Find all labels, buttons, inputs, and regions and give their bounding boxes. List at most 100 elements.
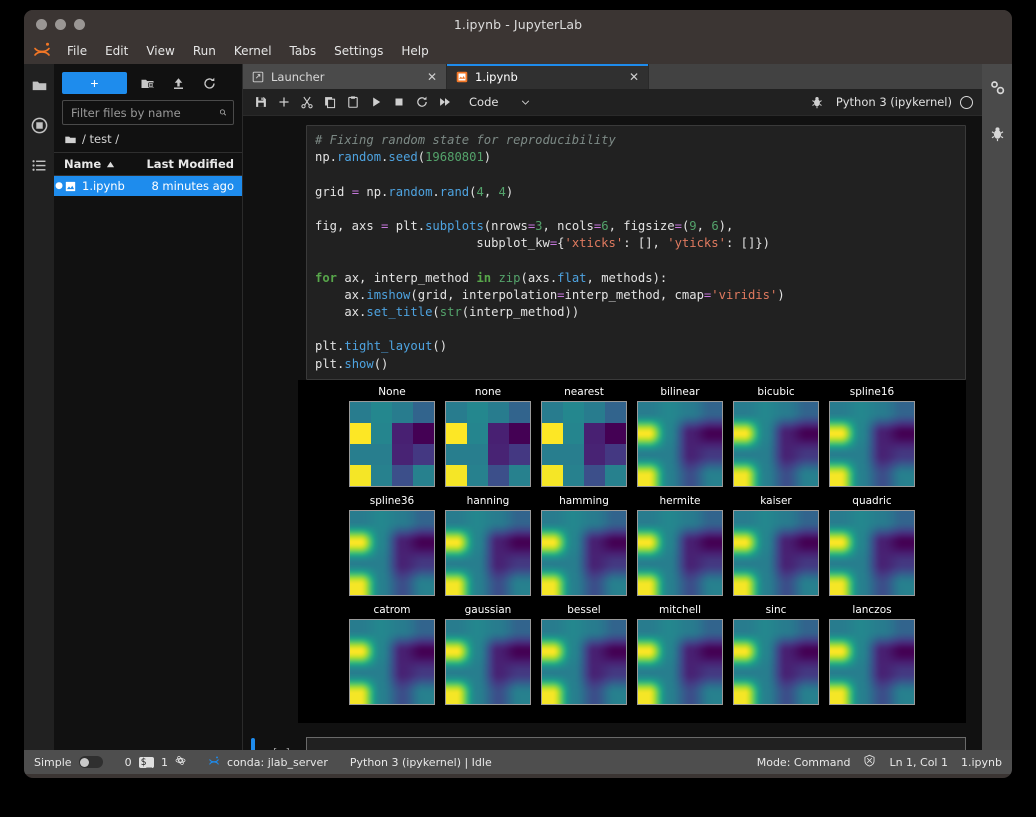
menu-settings[interactable]: Settings [325, 41, 392, 61]
add-cell-icon [279, 97, 289, 107]
code-editor[interactable] [306, 736, 966, 750]
heatmap-image [637, 618, 723, 705]
subplot-title: catrom [373, 603, 411, 616]
insert-cell-button[interactable] [273, 91, 295, 113]
heatmap-image [349, 400, 435, 487]
copy-button[interactable] [319, 91, 341, 113]
debugger-toggle-button[interactable] [806, 91, 828, 113]
column-header-name[interactable]: Name [54, 157, 142, 171]
editor-mode-label[interactable]: Mode: Command [757, 756, 851, 769]
maximize-button[interactable] [74, 18, 85, 30]
stop-button[interactable] [388, 91, 410, 113]
sidebar-item-toc[interactable] [26, 152, 52, 178]
terminal-icon[interactable]: $_ [138, 756, 155, 768]
restart-run-all-button[interactable] [434, 91, 456, 113]
menu-tabs[interactable]: Tabs [281, 41, 326, 61]
subplot: spline16 [829, 386, 915, 487]
menu-run[interactable]: Run [184, 41, 225, 61]
file-list-header: Name Last Modified [54, 152, 242, 176]
sidebar-item-file-browser[interactable] [26, 72, 52, 98]
search-input[interactable] [69, 104, 219, 121]
new-launcher-button[interactable]: + [62, 72, 127, 94]
run-button[interactable] [365, 91, 387, 113]
simple-mode-toggle[interactable] [78, 756, 103, 768]
file-filter-box[interactable] [62, 100, 234, 125]
heatmap-cell [392, 443, 413, 465]
kernel-name-label[interactable]: Python 3 (ipykernel) [836, 95, 952, 109]
chevron-down-icon [522, 100, 530, 105]
heatmap-image [445, 618, 531, 705]
heatmap-cell [467, 443, 488, 465]
kernel-sessions-icon[interactable] [175, 755, 186, 769]
heatmap-cell [605, 443, 626, 465]
column-label-name: Name [64, 157, 102, 171]
restart-kernel-button[interactable] [411, 91, 433, 113]
window-controls[interactable] [24, 18, 85, 30]
menu-view[interactable]: View [137, 41, 183, 61]
subplot: quadric [829, 495, 915, 596]
heatmap-cell [542, 443, 563, 465]
upload-button[interactable] [167, 72, 189, 94]
terminal-count: 0 [124, 755, 132, 769]
code-line: plt.tight_layout() [315, 339, 448, 354]
subplot-title: None [378, 385, 406, 398]
heatmap-cell [488, 443, 509, 465]
debugger-panel-button[interactable] [984, 120, 1010, 146]
subplot-title: gaussian [464, 603, 512, 616]
trusted-icon[interactable] [863, 754, 876, 770]
save-icon [256, 97, 266, 107]
save-button[interactable] [250, 91, 272, 113]
subplot-title: lanczos [852, 603, 892, 616]
sidebar-item-running[interactable] [26, 112, 52, 138]
close-icon[interactable]: ✕ [629, 71, 639, 83]
code-editor[interactable]: # Fixing random state for reproducibilit… [306, 125, 966, 380]
conda-env-label[interactable]: conda: jlab_server [227, 756, 328, 769]
current-file-label: 1.ipynb [961, 755, 1002, 769]
notebook-scroll-area[interactable]: # Fixing random state for reproducibilit… [243, 116, 982, 750]
unsaved-dot: ● [55, 181, 63, 191]
subplot: bilinear [637, 386, 723, 487]
tab-notebook[interactable]: 1.ipynb ✕ [447, 64, 649, 89]
heatmap-cell [509, 443, 530, 465]
search-icon [219, 109, 227, 116]
sort-asc-icon [107, 161, 115, 167]
heatmap-cell [446, 464, 467, 486]
minimize-button[interactable] [55, 18, 66, 30]
kernel-status-label[interactable]: Python 3 (ipykernel) | Idle [350, 756, 492, 769]
cell-type-select[interactable]: Code [465, 93, 535, 111]
close-button[interactable] [36, 18, 47, 30]
heatmap-image [541, 400, 627, 487]
menu-help[interactable]: Help [392, 41, 437, 61]
notebook-cell-code[interactable]: # Fixing random state for reproducibilit… [243, 125, 982, 380]
subplot-title: spline36 [369, 494, 415, 507]
cursor-position-label[interactable]: Ln 1, Col 1 [889, 756, 948, 769]
menu-file[interactable]: File [58, 41, 96, 61]
status-bar-right: Mode: Command Ln 1, Col 1 1.ipynb [757, 754, 1002, 770]
heatmap-cell [563, 464, 584, 486]
file-list-item[interactable]: ● 1.ipynb 8 minutes ago [54, 176, 242, 196]
property-inspector-button[interactable] [984, 74, 1010, 100]
matplotlib-figure: None none nearest bilinear bicubic spline16 sp… [298, 379, 966, 723]
paste-button[interactable] [342, 91, 364, 113]
breadcrumb[interactable]: / test / [54, 125, 242, 152]
heatmap-cell [488, 401, 509, 423]
heatmap-cell [584, 464, 605, 486]
refresh-button[interactable] [198, 72, 220, 94]
tab-launcher[interactable]: Launcher ✕ [243, 64, 447, 89]
heatmap-image [829, 400, 915, 487]
code-line: subplot_kw={'xticks': [], 'yticks': []}) [315, 236, 770, 251]
heatmap-cell [350, 464, 371, 486]
heatmap-cell [488, 422, 509, 444]
menu-edit[interactable]: Edit [96, 41, 137, 61]
new-folder-button[interactable] [136, 72, 158, 94]
notebook-cell-empty[interactable]: [ ]: [243, 736, 982, 750]
heatmap-cell [350, 422, 371, 444]
figure-row: catrom gaussian bessel mitchell sinc lanczos [298, 604, 966, 705]
close-icon[interactable]: ✕ [427, 71, 437, 83]
cut-button[interactable] [296, 91, 318, 113]
menu-kernel[interactable]: Kernel [225, 41, 281, 61]
jupyter-logo-icon [32, 41, 52, 61]
column-header-last-modified[interactable]: Last Modified [142, 157, 242, 171]
